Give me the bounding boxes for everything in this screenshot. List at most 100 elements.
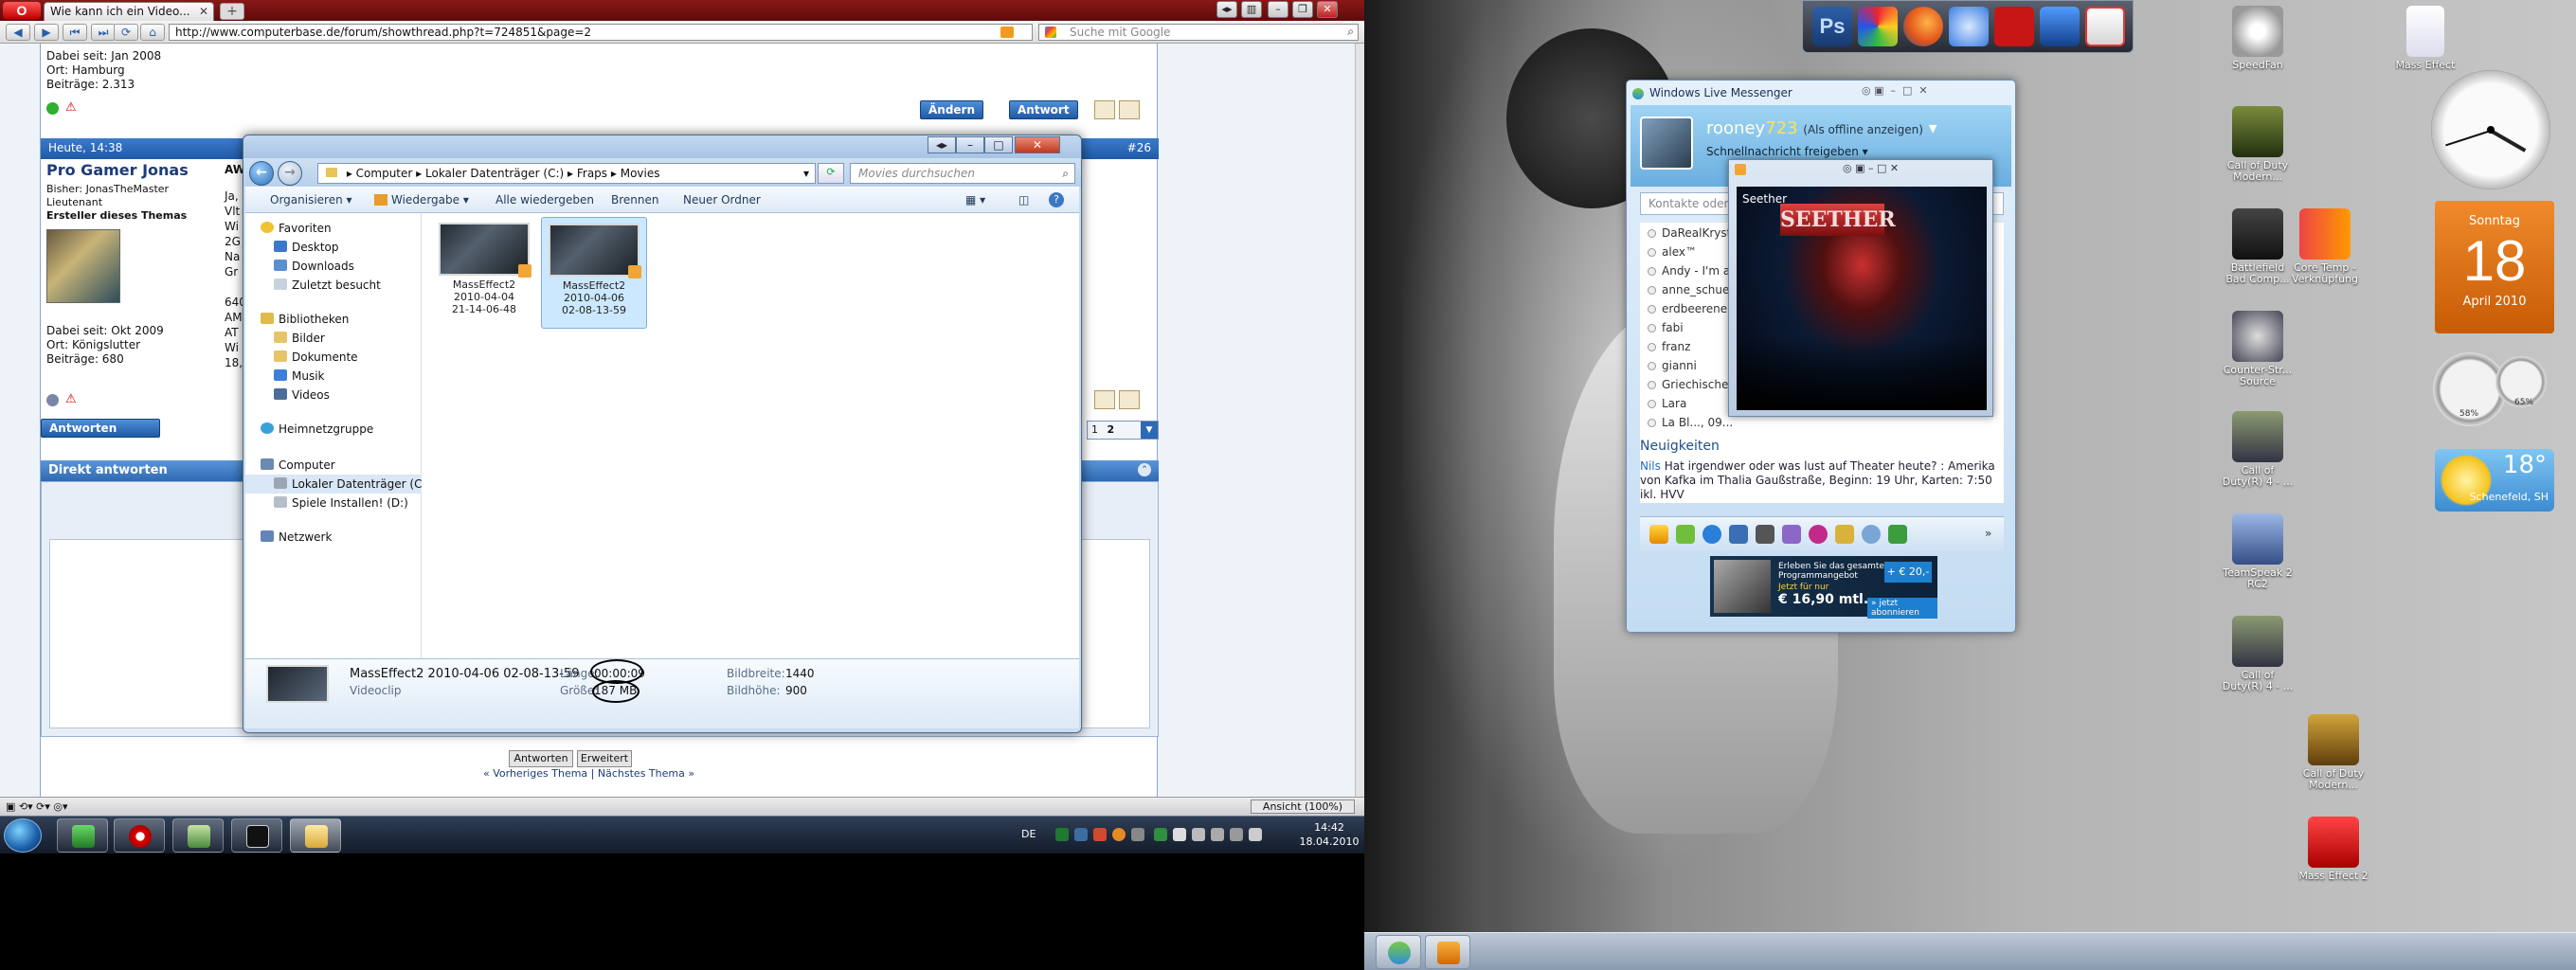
collapse-icon[interactable]: ⌃ xyxy=(1138,463,1151,476)
desktop-icon-mass-effect[interactable]: Mass Effect xyxy=(2387,6,2463,71)
messenger-window-controls[interactable]: ◎ ▣ – □ ✕ xyxy=(1862,84,1928,97)
minimize-button[interactable]: – xyxy=(1268,1,1288,18)
quick-reply-icon[interactable] xyxy=(1119,390,1140,409)
nav-network[interactable]: Netzwerk xyxy=(245,528,422,547)
tray-icon[interactable] xyxy=(1055,828,1069,841)
close-button[interactable]: ✕ xyxy=(1015,136,1060,153)
maximize-button[interactable]: □ xyxy=(984,136,1013,153)
burn-button[interactable]: Brennen xyxy=(611,193,658,207)
chevron-down-icon[interactable]: ▾ xyxy=(803,166,809,181)
reload-button[interactable]: ⟳ xyxy=(114,24,138,41)
clock[interactable]: 14:42 18.04.2010 xyxy=(1296,820,1362,849)
calendar-gadget[interactable]: Sonntag 18 April 2010 xyxy=(2435,201,2554,333)
search-icon[interactable]: ⌕ xyxy=(1062,166,1069,181)
chevron-down-icon[interactable]: ▼ xyxy=(1141,422,1158,439)
tray-icon[interactable] xyxy=(1173,828,1186,841)
nav-pictures[interactable]: Bilder xyxy=(245,329,422,348)
search-icon[interactable]: ⌕ xyxy=(1347,25,1354,39)
rewind-button[interactable]: ⏮ xyxy=(63,24,87,41)
nav-libraries[interactable]: Bibliotheken xyxy=(245,310,422,329)
taskbar-app-media[interactable] xyxy=(1425,935,1470,969)
firefox-icon[interactable] xyxy=(1903,7,1943,46)
power-icon[interactable] xyxy=(1211,828,1224,841)
report-icon[interactable]: ⚠ xyxy=(65,100,77,115)
organize-menu[interactable]: Organisieren ▾ xyxy=(270,193,352,207)
rss-feed-icon[interactable] xyxy=(1000,27,1014,38)
breadcrumb-fraps[interactable]: Fraps xyxy=(577,167,607,180)
tray-icon[interactable] xyxy=(1093,828,1107,841)
steam-tray-icon[interactable] xyxy=(1074,828,1088,841)
breadcrumb-drive[interactable]: Lokaler Datenträger (C:) xyxy=(425,167,564,180)
quick-reply-icon[interactable] xyxy=(1119,100,1140,119)
play-all-button[interactable]: Alle wiedergeben xyxy=(495,193,594,207)
movie-icon[interactable] xyxy=(1756,525,1774,544)
nav-drive-c[interactable]: Lokaler Datenträger (C:) xyxy=(245,475,430,494)
trash-icon[interactable]: ▥ xyxy=(1241,1,1262,18)
back-button[interactable]: ← xyxy=(249,161,274,186)
nav-computer[interactable]: Computer xyxy=(245,456,422,475)
close-button[interactable]: ✕ xyxy=(1317,1,1338,18)
file-item[interactable]: MassEffect2 2010-04-04 21-14-06-48 xyxy=(431,217,537,329)
advanced-reply-button[interactable]: Erweitert xyxy=(577,750,632,767)
refresh-button[interactable]: ⟳ xyxy=(818,163,844,184)
multiquote-icon[interactable] xyxy=(1094,390,1115,409)
desktop-icon-cod-mw[interactable]: Call of Duty Modern... xyxy=(2220,106,2296,183)
itunes-icon[interactable] xyxy=(1949,7,1989,46)
taskbar-app-network[interactable] xyxy=(172,818,224,853)
action-center-flag-icon[interactable] xyxy=(1192,828,1205,841)
post-username[interactable]: Pro Gamer Jonas xyxy=(46,161,189,179)
nav-videos[interactable]: Videos xyxy=(245,386,422,404)
breadcrumb[interactable]: ▸ Computer ▸ Lokaler Datenträger (C:) ▸ … xyxy=(317,163,816,184)
nav-recent[interactable]: Zuletzt besucht xyxy=(245,276,422,295)
url-input[interactable]: http://www.computerbase.de/forum/showthr… xyxy=(169,24,1033,41)
quote-answer-button[interactable]: Antwort xyxy=(1009,100,1078,119)
tray-icon[interactable] xyxy=(1112,828,1126,841)
previous-thread-link[interactable]: « Vorheriges Thema xyxy=(483,767,587,780)
app-icon[interactable] xyxy=(1858,7,1898,46)
help-icon[interactable]: ? xyxy=(1049,192,1064,207)
post-number[interactable]: #26 xyxy=(1127,141,1151,154)
acrobat-icon[interactable] xyxy=(1994,7,2034,46)
reply-button[interactable]: Antworten xyxy=(41,419,160,438)
back-button[interactable]: ◀ xyxy=(6,24,30,41)
user-avatar[interactable] xyxy=(1640,117,1693,170)
forward-button[interactable]: ▶ xyxy=(34,24,59,41)
nav-documents[interactable]: Dokumente xyxy=(245,348,422,367)
daemon-tools-icon[interactable] xyxy=(2040,7,2080,46)
desktop-icon-core-temp[interactable]: Core Temp - Verknüpfung xyxy=(2287,208,2363,285)
page-scrollbar[interactable] xyxy=(1355,44,1364,797)
next-thread-link[interactable]: Nächstes Thema » xyxy=(598,767,694,780)
volume-icon[interactable] xyxy=(1249,828,1262,841)
multiquote-icon[interactable] xyxy=(1094,100,1115,119)
clock-gadget[interactable] xyxy=(2431,70,2550,189)
display-name[interactable]: rooney723 (Als offline anzeigen) ▾ xyxy=(1706,118,1937,138)
nav-homegroup[interactable]: Heimnetzgruppe xyxy=(245,420,422,439)
new-folder-button[interactable]: Neuer Ordner xyxy=(683,193,761,207)
start-button[interactable] xyxy=(4,818,42,853)
popup-window-controls[interactable]: ◎ ▣ – □ ✕ xyxy=(1843,162,1899,174)
windows-live-icon[interactable] xyxy=(1649,525,1668,544)
app-icon[interactable] xyxy=(1676,525,1695,544)
report-icon[interactable]: ⚠ xyxy=(65,392,77,406)
user-avatar[interactable] xyxy=(46,229,120,303)
desktop-icon-battlefield[interactable]: Battlefield Bad Comp... xyxy=(2220,208,2296,285)
cpu-meter-gadget[interactable]: 58% 65% xyxy=(2433,349,2552,443)
news-item[interactable]: Nils Hat irgendwer oder was lust auf The… xyxy=(1640,459,2004,502)
app-icon[interactable] xyxy=(1888,525,1907,544)
minimize-button[interactable]: – xyxy=(956,136,984,153)
desktop-icon-teamspeak[interactable]: TeamSpeak 2 RC2 xyxy=(2220,513,2296,590)
app-icon[interactable] xyxy=(1862,525,1881,544)
edit-button[interactable]: Ändern xyxy=(920,100,984,119)
browser-tab[interactable]: Wie kann ich ein Video... ✕ xyxy=(44,2,214,21)
advertisement[interactable]: Erleben Sie das gesamte Programmangebot … xyxy=(1710,556,1937,619)
tray-icon[interactable] xyxy=(1154,828,1167,841)
nav-drive-d[interactable]: Spiele Installen! (D:) xyxy=(245,494,422,512)
photoshop-icon[interactable]: Ps xyxy=(1812,7,1852,46)
desktop-icon-speedfan[interactable]: SpeedFan xyxy=(2220,6,2296,71)
app-icon[interactable] xyxy=(1809,525,1828,544)
app-icon[interactable] xyxy=(1835,525,1854,544)
taskbar-app-explorer[interactable] xyxy=(290,818,341,853)
more-icon[interactable]: » xyxy=(1985,527,1991,540)
breadcrumb-computer[interactable]: Computer xyxy=(356,167,413,180)
contact-item[interactable]: La Bl..., 09... xyxy=(1648,416,1998,434)
